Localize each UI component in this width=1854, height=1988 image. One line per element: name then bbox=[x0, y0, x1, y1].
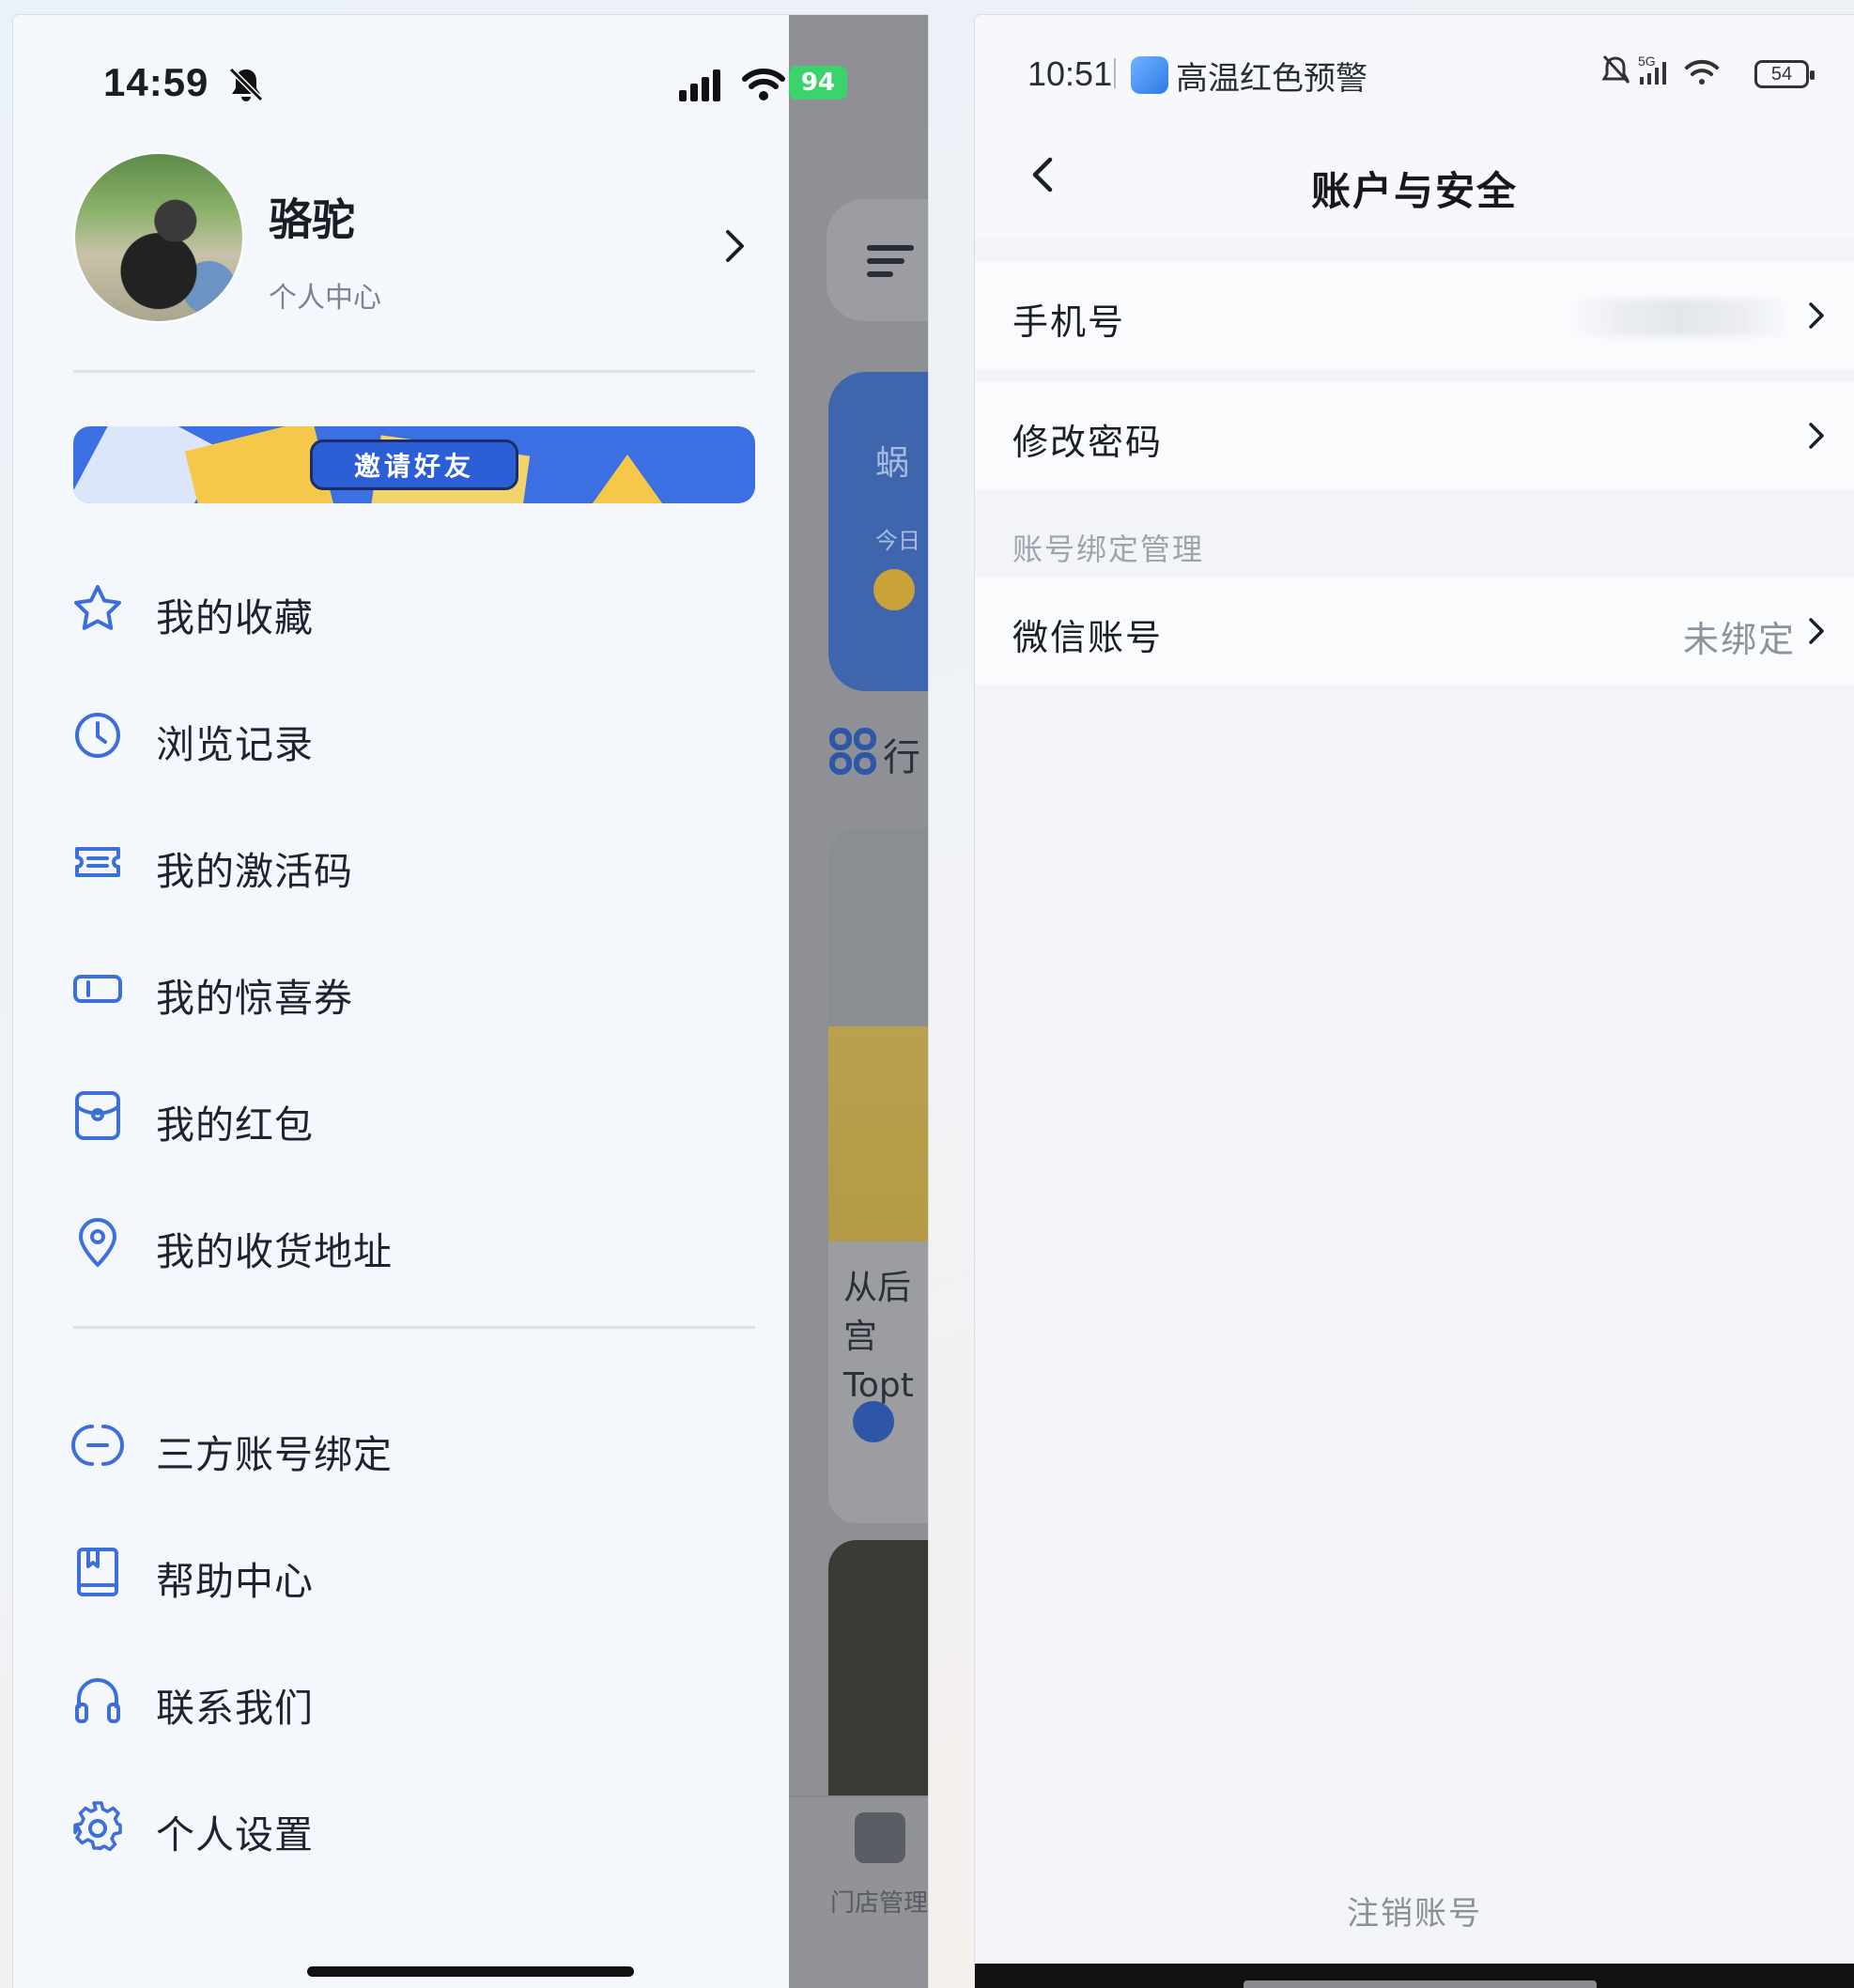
menu-item-label: 我的红包 bbox=[156, 1102, 314, 1148]
menu-item-label: 我的收藏 bbox=[156, 595, 314, 640]
wechat-account-row[interactable]: 微信账号 未绑定 bbox=[975, 577, 1854, 686]
menu-item-label: 我的收货地址 bbox=[156, 1229, 393, 1274]
bg-section-title: 行 bbox=[883, 736, 920, 779]
menu-item-addresses[interactable]: 我的收货地址 bbox=[71, 1205, 753, 1280]
home-indicator[interactable] bbox=[307, 1966, 634, 1977]
chevron-right-icon bbox=[1807, 421, 1826, 455]
menu-item-label: 个人设置 bbox=[156, 1812, 314, 1857]
bell-muted-icon bbox=[1601, 54, 1630, 85]
status-icons: 5G bbox=[1600, 53, 1751, 94]
redacted-phone-value bbox=[1572, 299, 1788, 336]
filter-icon bbox=[867, 245, 914, 277]
network-type: 5G bbox=[1638, 54, 1656, 69]
side-drawer: 14:59 骆驼 个人中心 邀请好友 我的收藏 浏览记录 我的激活码 我的惊喜券… bbox=[13, 15, 789, 1988]
status-time: 10:51 bbox=[1027, 54, 1113, 93]
change-password-row[interactable]: 修改密码 bbox=[975, 381, 1854, 490]
book-icon bbox=[71, 1546, 124, 1598]
menu-item-favorites[interactable]: 我的收藏 bbox=[71, 571, 753, 646]
menu-item-contact-us[interactable]: 联系我们 bbox=[71, 1661, 753, 1736]
grid-icon bbox=[828, 727, 877, 779]
wifi-icon bbox=[1685, 59, 1719, 85]
battery-indicator: 54 bbox=[1754, 60, 1815, 88]
profile-name: 骆驼 bbox=[269, 194, 355, 245]
chevron-right-icon bbox=[1807, 301, 1826, 334]
background-page-overlay[interactable]: 94 蜗 今日 行 从后宫 Topt 门店管理 bbox=[789, 15, 928, 1988]
menu-item-label: 我的激活码 bbox=[156, 849, 353, 894]
avatar[interactable] bbox=[75, 154, 242, 321]
store-icon bbox=[855, 1812, 905, 1863]
bg-card-sub: 今日 bbox=[875, 528, 920, 554]
bell-muted-icon bbox=[227, 66, 265, 107]
bg-card-title: 蜗 bbox=[875, 444, 910, 483]
wifi-icon bbox=[742, 68, 785, 105]
invite-friends-banner[interactable]: 邀请好友 bbox=[73, 426, 755, 503]
banner-decoration bbox=[580, 455, 674, 503]
divider bbox=[73, 370, 755, 373]
status-separator bbox=[1114, 58, 1116, 88]
weather-app-icon bbox=[1131, 56, 1168, 94]
deactivate-account-button[interactable]: 注销账号 bbox=[975, 1888, 1854, 1934]
weather-alert-text: 高温红色预警 bbox=[1176, 60, 1367, 98]
menu-item-third-party-binding[interactable]: 三方账号绑定 bbox=[71, 1408, 753, 1483]
row-label: 微信账号 bbox=[1012, 617, 1164, 658]
bg-article-image bbox=[828, 828, 928, 1241]
bg-article-title: 从后宫 Topt bbox=[843, 1269, 914, 1405]
invite-friends-label: 邀请好友 bbox=[310, 439, 518, 490]
page-title: 账户与安全 bbox=[1310, 168, 1518, 214]
clock-icon bbox=[71, 709, 124, 762]
star-icon bbox=[71, 582, 124, 635]
gear-icon bbox=[71, 1799, 124, 1852]
menu-item-history[interactable]: 浏览记录 bbox=[71, 698, 753, 773]
menu-item-activation-codes[interactable]: 我的激活码 bbox=[71, 824, 753, 900]
profile-subtitle: 个人中心 bbox=[269, 282, 381, 315]
menu-item-label: 三方账号绑定 bbox=[156, 1432, 393, 1477]
status-time: 14:59 bbox=[103, 60, 209, 104]
ticket-icon bbox=[71, 836, 124, 888]
bg-article-card-2 bbox=[828, 1540, 928, 1822]
headset-icon bbox=[71, 1672, 124, 1725]
chevron-right-icon bbox=[723, 227, 748, 269]
divider bbox=[73, 1326, 755, 1329]
menu-item-coupons[interactable]: 我的惊喜券 bbox=[71, 951, 753, 1026]
link-icon bbox=[71, 1419, 124, 1472]
phone-number-row[interactable]: 手机号 bbox=[975, 261, 1854, 370]
menu-item-red-envelopes[interactable]: 我的红包 bbox=[71, 1078, 753, 1153]
red-envelope-icon bbox=[71, 1089, 124, 1142]
menu-item-label: 浏览记录 bbox=[156, 722, 314, 767]
link-badge-icon bbox=[853, 1401, 894, 1442]
menu-item-label: 联系我们 bbox=[156, 1686, 314, 1731]
filter-button-bg bbox=[827, 199, 928, 321]
menu-item-label: 我的惊喜券 bbox=[156, 976, 353, 1021]
wechat-bind-status: 未绑定 bbox=[1682, 619, 1796, 660]
row-label: 修改密码 bbox=[1012, 422, 1164, 463]
location-pin-icon bbox=[71, 1216, 124, 1269]
home-indicator[interactable] bbox=[1244, 1980, 1597, 1988]
battery-indicator: 94 bbox=[789, 66, 847, 100]
chevron-right-icon bbox=[1807, 616, 1826, 650]
menu-item-help-center[interactable]: 帮助中心 bbox=[71, 1534, 753, 1610]
left-phone-screen: 94 蜗 今日 行 从后宫 Topt 门店管理 14:59 骆驼 个人中心 邀请… bbox=[13, 15, 928, 1988]
menu-item-settings[interactable]: 个人设置 bbox=[71, 1788, 753, 1863]
profile-header[interactable]: 骆驼 个人中心 bbox=[75, 154, 761, 329]
row-label: 手机号 bbox=[1012, 301, 1126, 343]
section-label-binding: 账号绑定管理 bbox=[1012, 532, 1205, 567]
status-bar: 14:59 bbox=[103, 60, 789, 116]
header-area: 10:51 高温红色预警 5G 54 账户与安全 bbox=[975, 15, 1854, 237]
menu-item-label: 帮助中心 bbox=[156, 1559, 314, 1604]
bg-tab-label: 门店管理 bbox=[830, 1889, 928, 1918]
cellular-signal-icon bbox=[679, 69, 728, 105]
coin-icon bbox=[873, 569, 915, 610]
coupon-icon bbox=[71, 963, 124, 1015]
right-phone-screen: 10:51 高温红色预警 5G 54 账户与安全 手机号 修改密码 账号绑定管理… bbox=[975, 15, 1854, 1988]
